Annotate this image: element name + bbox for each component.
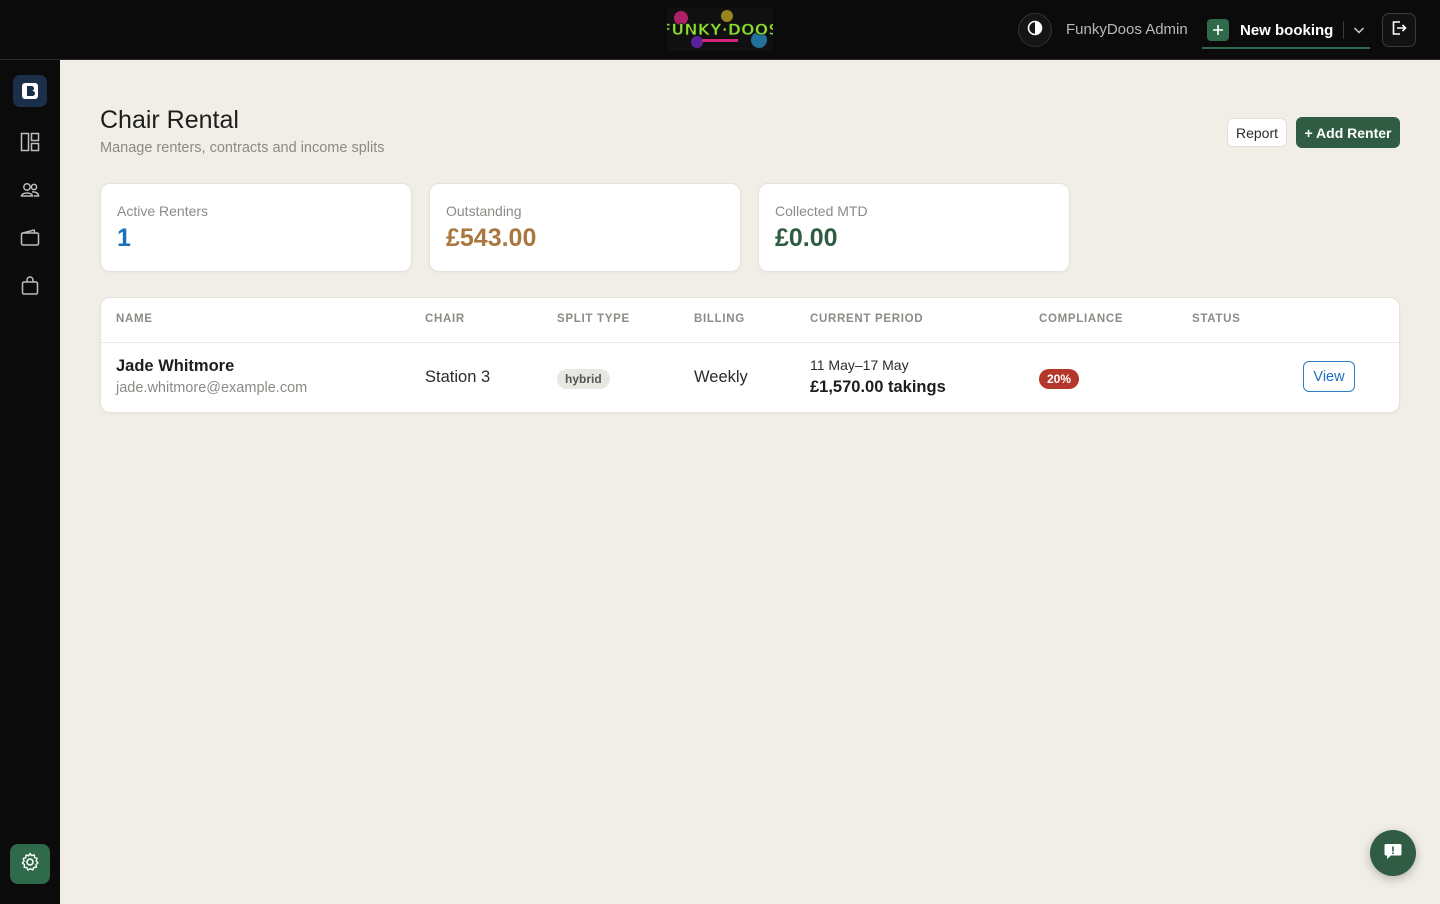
renter-email: jade.whitmore@example.com [116,380,308,396]
gear-icon [19,851,41,878]
compliance-badge: 20% [1039,369,1080,389]
new-booking-label: New booking [1240,21,1334,39]
bag-icon [19,275,41,302]
chat-button[interactable] [1370,830,1416,876]
stat-label: Collected MTD [775,203,868,219]
column-header-billing[interactable]: BILLING [694,313,745,325]
view-button[interactable]: View [1303,361,1355,392]
stat-value: £0.00 [775,224,838,252]
theme-toggle-button[interactable] [1018,13,1052,47]
wallet-icon [19,227,41,254]
stat-label: Active Renters [117,203,209,219]
sidebar-item-wallet[interactable] [14,224,46,256]
stat-label: Outstanding [446,203,522,219]
logout-button[interactable] [1382,13,1416,47]
column-header-status[interactable]: STATUS [1192,313,1241,325]
top-bar: FUNKY·DOOS FunkyDoos Admin New booking [0,0,1440,60]
stat-card-outstanding: Outstanding £543.00 [429,183,741,272]
layout-icon [19,131,41,158]
sidebar-item-shop[interactable] [14,272,46,304]
billing-cell: Weekly [694,368,748,386]
new-booking-button[interactable]: New booking [1202,13,1370,49]
settings-button[interactable] [10,844,50,884]
stat-value: £543.00 [446,224,537,252]
column-header-split-type[interactable]: SPLIT TYPE [557,313,630,325]
plus-icon [1207,19,1229,41]
period-range: 11 May–17 May [810,357,909,373]
renters-table: NAME CHAIR SPLIT TYPE BILLING CURRENT PE… [100,297,1400,413]
column-header-current-period[interactable]: CURRENT PERIOD [810,313,923,325]
users-icon [19,179,41,206]
split-type-badge: hybrid [557,369,610,389]
svg-text:FUNKY·DOOS: FUNKY·DOOS [667,20,773,39]
renter-name: Jade Whitmore [116,357,235,375]
add-renter-button[interactable]: + Add Renter [1296,117,1400,148]
chat-icon [1382,840,1404,867]
column-header-chair[interactable]: CHAIR [425,313,465,325]
chair-cell: Station 3 [425,368,491,386]
column-header-compliance[interactable]: COMPLIANCE [1039,313,1123,325]
logout-icon [1390,19,1408,42]
report-button[interactable]: Report [1227,118,1287,147]
chevron-down-icon[interactable] [1352,23,1366,37]
funky-doos-logo[interactable]: FUNKY·DOOS [667,8,773,51]
page-subtitle: Manage renters, contracts and income spl… [100,140,385,156]
divider [1343,21,1345,39]
period-takings: £1,570.00 takings [810,378,946,396]
sidebar-item-clients[interactable] [14,176,46,208]
stat-card-collected-mtd: Collected MTD £0.00 [758,183,1070,272]
stat-value: 1 [117,224,131,252]
brand-b-icon[interactable] [13,75,47,107]
column-header-name[interactable]: NAME [116,313,153,325]
divider [101,342,1399,343]
stat-card-active-renters: Active Renters 1 [100,183,412,272]
admin-name[interactable]: FunkyDoos Admin [1066,21,1188,38]
sidebar-item-dashboard[interactable] [14,128,46,160]
sidebar [0,60,60,904]
page-title: Chair Rental [100,106,239,134]
contrast-icon [1027,20,1043,41]
